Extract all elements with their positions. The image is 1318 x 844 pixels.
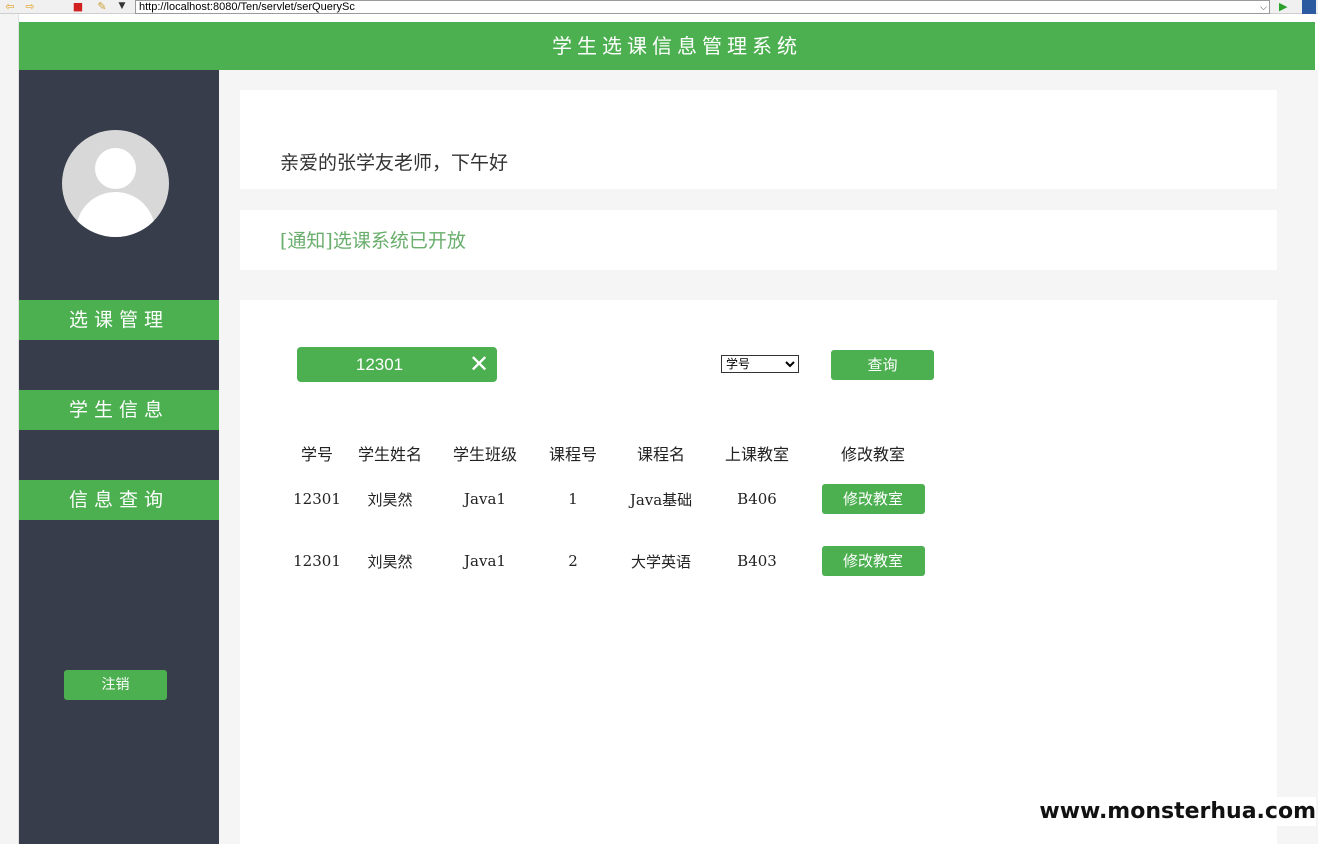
address-dropdown-icon[interactable]: ⌵ — [1260, 1, 1267, 13]
column-header: 学生班级 — [452, 445, 517, 464]
close-icon[interactable]: ✕ — [467, 349, 491, 379]
sidebar-item-info-query[interactable]: 信息查询 — [19, 480, 219, 520]
forward-arrow-icon[interactable]: ⇨ — [22, 0, 38, 13]
cell-room: B403 — [737, 552, 777, 570]
cell-action: 修改教室 — [802, 530, 944, 592]
sidebar-item-student-info[interactable]: 学生信息 — [19, 390, 219, 430]
cell-student-name: 刘昊然 — [367, 552, 413, 571]
table-header-row: 学号 学生姓名 学生班级 课程号 课程名 上课教室 修改教室 — [288, 438, 944, 468]
query-field-select[interactable]: 学号 — [721, 355, 799, 373]
chevron-down-icon[interactable]: ▼ — [114, 0, 130, 13]
address-bar[interactable]: http://localhost:8080/Ten/servlet/serQue… — [135, 0, 1270, 14]
stop-icon[interactable]: ■ — [70, 0, 86, 13]
search-box: ✕ — [297, 347, 497, 382]
sidebar-item-course-management[interactable]: 选课管理 — [19, 300, 219, 340]
query-button[interactable]: 查询 — [831, 350, 934, 380]
query-panel: ✕ 学号 查询 学号 学生姓名 学生班级 课程号 课程名 上课教室 修改教室 1… — [240, 300, 1277, 844]
sidebar: 选课管理 学生信息 信息查询 注销 — [19, 70, 219, 844]
extension-icon[interactable] — [1302, 0, 1316, 14]
cell-student-id: 12301 — [293, 490, 341, 508]
column-header: 上课教室 — [724, 445, 789, 464]
cell-room: B406 — [737, 490, 777, 508]
avatar-body-shape — [76, 192, 155, 237]
edit-room-button[interactable]: 修改教室 — [821, 484, 925, 514]
avatar-head-shape — [95, 148, 136, 189]
greeting-panel: 亲爱的张学友老师，下午好 — [240, 90, 1277, 189]
avatar — [62, 130, 169, 237]
main-content: 亲爱的张学友老师，下午好 [通知]选课系统已开放 ✕ 学号 查询 学号 学生姓名… — [219, 70, 1318, 844]
browser-toolbar: ⇦ ⇨ ■ ✎ ▼ http://localhost:8080/Ten/serv… — [0, 0, 1318, 14]
table-row: 12301 刘昊然 Java1 2 大学英语 B403 修改教室 — [288, 530, 944, 592]
window-left-edge — [0, 14, 19, 844]
watermark: www.monsterhua.com — [1033, 797, 1316, 826]
column-header: 修改教室 — [840, 445, 905, 464]
cell-course-name: 大学英语 — [630, 552, 691, 571]
column-header: 课程号 — [548, 445, 597, 464]
table-row: 12301 刘昊然 Java1 1 Java基础 B406 修改教室 — [288, 468, 944, 530]
edit-room-button[interactable]: 修改教室 — [821, 546, 925, 576]
cell-course-name: Java基础 — [629, 490, 693, 509]
column-header: 课程名 — [636, 445, 685, 464]
notice-text: [通知]选课系统已开放 — [280, 230, 466, 252]
back-arrow-icon[interactable]: ⇦ — [2, 0, 18, 13]
logout-button[interactable]: 注销 — [64, 670, 167, 700]
cell-course-no: 1 — [568, 490, 578, 508]
cell-student-name: 刘昊然 — [367, 490, 413, 509]
go-play-icon[interactable]: ▶ — [1279, 0, 1287, 13]
column-header: 学号 — [300, 445, 333, 464]
app-header: 学生选课信息管理系统 — [19, 22, 1315, 70]
search-input[interactable] — [297, 347, 462, 382]
tools-icon[interactable]: ✎ — [94, 0, 110, 13]
address-text: http://localhost:8080/Ten/servlet/serQue… — [139, 1, 355, 13]
cell-action: 修改教室 — [802, 468, 944, 530]
results-table: 学号 学生姓名 学生班级 课程号 课程名 上课教室 修改教室 12301 刘昊然… — [288, 438, 944, 592]
column-header: 学生姓名 — [357, 445, 422, 464]
cell-student-id: 12301 — [293, 552, 341, 570]
greeting-text: 亲爱的张学友老师，下午好 — [280, 152, 509, 174]
app-title: 学生选课信息管理系统 — [552, 34, 802, 58]
notice-panel: [通知]选课系统已开放 — [240, 210, 1277, 270]
cell-student-class: Java1 — [464, 490, 506, 508]
cell-course-no: 2 — [568, 552, 578, 570]
cell-student-class: Java1 — [464, 552, 506, 570]
